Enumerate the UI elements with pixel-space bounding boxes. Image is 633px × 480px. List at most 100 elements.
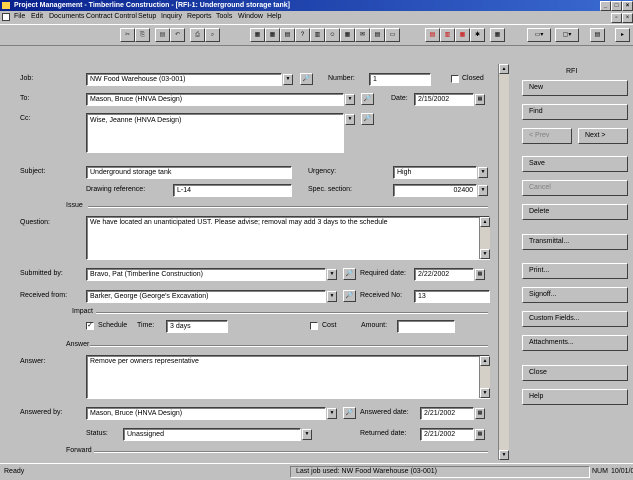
mdi-close-button[interactable]: × bbox=[622, 13, 633, 23]
calendar-icon[interactable]: ▦ bbox=[250, 28, 265, 42]
time-field[interactable]: 3 days bbox=[166, 320, 228, 333]
next-button[interactable]: Next > bbox=[578, 128, 628, 144]
menu-help[interactable]: Help bbox=[267, 11, 281, 23]
schedule-icon[interactable]: ▦ bbox=[455, 28, 470, 42]
contacts-icon[interactable]: ☺ bbox=[325, 28, 340, 42]
menu-window[interactable]: Window bbox=[238, 11, 263, 23]
menu-reports[interactable]: Reports bbox=[187, 11, 212, 23]
menu-file[interactable]: File bbox=[14, 11, 25, 23]
scroll-down-icon[interactable]: ▼ bbox=[480, 388, 490, 398]
prev-button[interactable]: < Prev bbox=[522, 128, 572, 144]
question-scrollbar[interactable]: ▲ ▼ bbox=[479, 217, 490, 259]
required-date-field[interactable]: 2/22/2002 bbox=[414, 268, 474, 281]
delete-button[interactable]: Delete bbox=[522, 204, 628, 220]
urgency-dropdown-button[interactable]: ▼ bbox=[478, 167, 488, 178]
cut-icon[interactable]: ✂ bbox=[120, 28, 135, 42]
settings-icon[interactable]: ✱ bbox=[470, 28, 485, 42]
urgency-select[interactable]: High bbox=[393, 166, 477, 179]
spec-dropdown-button[interactable]: ▼ bbox=[478, 185, 488, 196]
to-lookup-icon[interactable]: 🔎 bbox=[361, 93, 374, 105]
required-date-calendar-icon[interactable]: ▦ bbox=[475, 269, 485, 280]
submitted-by-lookup-icon[interactable]: 🔎 bbox=[343, 268, 356, 280]
submitted-by-field[interactable]: Bravo, Pat (Timberline Construction) bbox=[86, 268, 326, 281]
drawing-reference-field[interactable]: L-14 bbox=[173, 184, 292, 197]
cc-lookup-icon[interactable]: 🔎 bbox=[361, 113, 374, 125]
chart-icon[interactable]: ▥ bbox=[310, 28, 325, 42]
spec-section-field[interactable]: 02400 bbox=[393, 184, 477, 197]
schedule-checkbox[interactable]: ✓ bbox=[86, 322, 94, 330]
table-icon[interactable]: ▦ bbox=[340, 28, 355, 42]
job-lookup-icon[interactable]: 🔎 bbox=[300, 73, 313, 85]
submitted-by-dropdown-button[interactable]: ▼ bbox=[327, 269, 337, 280]
notes-icon[interactable]: ▤ bbox=[280, 28, 295, 42]
scroll-up-icon[interactable]: ▲ bbox=[480, 356, 490, 366]
document-view-icon[interactable]: ▤ bbox=[590, 28, 605, 42]
cc-field[interactable]: Wise, Jeanne (HNVA Design) bbox=[86, 113, 344, 153]
cost-checkbox[interactable] bbox=[310, 322, 318, 330]
print-button[interactable]: Print... bbox=[522, 263, 628, 279]
menu-inquiry[interactable]: Inquiry bbox=[161, 11, 182, 23]
custom-fields-button[interactable]: Custom Fields... bbox=[522, 311, 628, 327]
more-tools-icon[interactable]: ▸ bbox=[615, 28, 630, 42]
answered-date-field[interactable]: 2/21/2002 bbox=[420, 407, 474, 420]
to-dropdown-button[interactable]: ▼ bbox=[345, 94, 355, 105]
job-dropdown-button[interactable]: ▼ bbox=[283, 74, 293, 85]
view-dropdown-icon[interactable]: ▭▾ bbox=[527, 28, 551, 42]
find-button[interactable]: Find bbox=[522, 104, 628, 120]
window-icon[interactable]: ▭ bbox=[385, 28, 400, 42]
find-icon[interactable]: ⌕ bbox=[205, 28, 220, 42]
received-no-field[interactable]: 13 bbox=[414, 290, 490, 303]
answered-date-calendar-icon[interactable]: ▦ bbox=[475, 408, 485, 419]
attachments-button[interactable]: Attachments... bbox=[522, 335, 628, 351]
returned-date-field[interactable]: 2/21/2002 bbox=[420, 428, 474, 441]
date-calendar-icon[interactable]: ▦ bbox=[475, 94, 485, 105]
job-field[interactable]: NW Food Warehouse (03-001) bbox=[86, 73, 282, 86]
mdi-restore-button[interactable]: ▫ bbox=[611, 13, 622, 23]
save-button[interactable]: Save bbox=[522, 156, 628, 172]
number-field[interactable]: 1 bbox=[369, 73, 431, 86]
close-button[interactable]: Close bbox=[522, 365, 628, 381]
received-from-lookup-icon[interactable]: 🔎 bbox=[343, 290, 356, 302]
help-button[interactable]: Help bbox=[522, 389, 628, 405]
scroll-down-icon[interactable]: ▼ bbox=[499, 450, 509, 460]
new-button[interactable]: New bbox=[522, 80, 628, 96]
scroll-up-icon[interactable]: ▲ bbox=[480, 217, 490, 227]
close-window-button[interactable]: × bbox=[622, 1, 633, 11]
closed-checkbox[interactable] bbox=[451, 75, 459, 83]
cancel-button[interactable]: Cancel bbox=[522, 180, 628, 196]
grid-icon[interactable]: ▦ bbox=[265, 28, 280, 42]
menu-edit[interactable]: Edit bbox=[31, 11, 43, 23]
print-icon[interactable]: ⎙ bbox=[190, 28, 205, 42]
status-dropdown-button[interactable]: ▼ bbox=[302, 429, 312, 440]
subject-field[interactable]: Underground storage tank bbox=[86, 166, 292, 179]
menu-tools[interactable]: Tools bbox=[216, 11, 232, 23]
status-select[interactable]: Unassigned bbox=[123, 428, 301, 441]
scroll-down-icon[interactable]: ▼ bbox=[480, 249, 490, 259]
form-icon[interactable]: ▤ bbox=[370, 28, 385, 42]
date-field[interactable]: 2/15/2002 bbox=[414, 93, 474, 106]
minimize-button[interactable]: _ bbox=[600, 1, 611, 11]
amount-field[interactable] bbox=[397, 320, 455, 333]
paste-icon[interactable]: ▤ bbox=[155, 28, 170, 42]
menu-setup[interactable]: Setup bbox=[138, 11, 156, 23]
report-red-icon[interactable]: ▤ bbox=[425, 28, 440, 42]
help-icon[interactable]: ? bbox=[295, 28, 310, 42]
signoff-button[interactable]: Signoff... bbox=[522, 287, 628, 303]
cc-dropdown-button[interactable]: ▼ bbox=[345, 114, 355, 125]
form-scrollbar[interactable]: ▲ ▼ bbox=[498, 64, 509, 460]
transmittal-button[interactable]: Transmittal... bbox=[522, 234, 628, 250]
received-from-field[interactable]: Barker, George (George's Excavation) bbox=[86, 290, 326, 303]
menu-contract-control[interactable]: Contract Control bbox=[86, 11, 137, 23]
question-field[interactable]: We have located an unanticipated UST. Pl… bbox=[86, 216, 490, 260]
menu-documents[interactable]: Documents bbox=[49, 11, 84, 23]
copy-icon[interactable]: ⎘ bbox=[135, 28, 150, 42]
returned-date-calendar-icon[interactable]: ▦ bbox=[475, 429, 485, 440]
layout-icon[interactable]: ▦ bbox=[490, 28, 505, 42]
answered-by-field[interactable]: Mason, Bruce (HNVA Design) bbox=[86, 407, 326, 420]
scroll-up-icon[interactable]: ▲ bbox=[499, 64, 509, 74]
answered-by-lookup-icon[interactable]: 🔎 bbox=[343, 407, 356, 419]
maximize-button[interactable]: □ bbox=[611, 1, 622, 11]
to-field[interactable]: Mason, Bruce (HNVA Design) bbox=[86, 93, 344, 106]
answered-by-dropdown-button[interactable]: ▼ bbox=[327, 408, 337, 419]
report-alt-icon[interactable]: ▥ bbox=[440, 28, 455, 42]
